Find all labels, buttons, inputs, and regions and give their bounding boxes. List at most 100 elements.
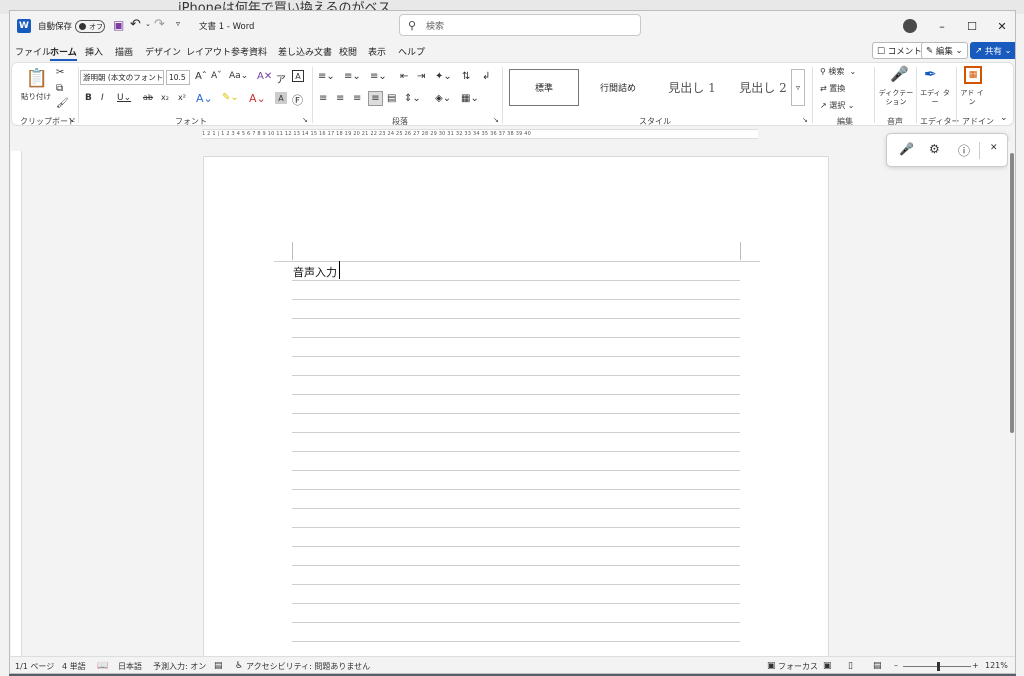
autosave-toggle[interactable]: オフ	[75, 20, 105, 33]
align-left-icon[interactable]: ≡	[319, 93, 327, 104]
font-color-icon[interactable]: A⌄	[249, 92, 266, 105]
clipboard-launcher-icon[interactable]: ↘	[68, 116, 74, 124]
phonetic-guide-icon[interactable]: ア	[276, 71, 286, 86]
dictation-close-icon[interactable]: ✕	[990, 143, 998, 153]
style-no-spacing[interactable]: 行間詰め	[582, 69, 654, 106]
scrollbar-thumb[interactable]	[1010, 153, 1014, 433]
clear-formatting-icon[interactable]: A✕	[257, 71, 272, 82]
style-heading-1[interactable]: 見出し 1	[657, 69, 727, 106]
copy-icon[interactable]: ⧉	[56, 83, 63, 94]
dictation-mic-icon[interactable]: 🎤	[899, 142, 914, 156]
distributed-icon[interactable]: ▤	[387, 93, 396, 104]
style-normal[interactable]: 標準	[509, 69, 579, 106]
dictation-settings-icon[interactable]: ⚙	[929, 142, 940, 156]
paste-icon[interactable]: 📋	[26, 67, 48, 89]
zoom-level[interactable]: 121%	[985, 661, 1008, 670]
redo-icon[interactable]: ↷	[154, 17, 165, 32]
avatar[interactable]	[903, 19, 917, 33]
undo-dropdown-icon[interactable]: ⌄	[145, 20, 151, 28]
minimize-icon[interactable]: –	[927, 16, 957, 36]
font-launcher-icon[interactable]: ↘	[302, 116, 308, 124]
multilevel-list-icon[interactable]: ≡⌄	[370, 71, 387, 82]
print-layout-icon[interactable]: ▯	[848, 661, 853, 671]
maximize-icon[interactable]: ☐	[957, 16, 987, 36]
paste-label[interactable]: 貼り付け	[21, 91, 51, 102]
tab-file[interactable]: ファイル	[15, 45, 51, 58]
tab-references[interactable]: 参考資料	[231, 45, 267, 58]
tab-design[interactable]: デザイン	[145, 45, 181, 58]
bullets-icon[interactable]: ≡⌄	[318, 71, 335, 82]
undo-icon[interactable]: ↶	[130, 17, 141, 32]
page-count[interactable]: 1/1 ページ	[15, 661, 54, 672]
character-shading-icon[interactable]: A	[275, 92, 287, 104]
cut-icon[interactable]: ✂	[56, 67, 64, 78]
change-case-icon[interactable]: Aa⌄	[229, 71, 248, 81]
microphone-icon[interactable]: 🎤	[890, 65, 909, 83]
zoom-out-icon[interactable]: –	[894, 661, 898, 670]
borders-icon[interactable]: ▦⌄	[461, 93, 479, 104]
addins-grid-icon[interactable]: ▦	[964, 66, 982, 84]
bold-icon[interactable]: B	[85, 93, 92, 103]
editor-button[interactable]: エディ ター	[918, 89, 952, 107]
text-effects-icon[interactable]: A⌄	[196, 92, 213, 105]
tab-draw[interactable]: 描画	[115, 45, 133, 58]
styles-gallery-more-icon[interactable]: ▿	[791, 69, 805, 106]
tab-home[interactable]: ホーム	[50, 45, 77, 61]
ruler-ticks[interactable]: 1 2 1 | 1 2 3 4 5 6 7 8 9 10 11 12 13 14…	[202, 129, 758, 139]
text-predictions[interactable]: 予測入力: オン	[153, 661, 206, 672]
web-layout-icon[interactable]: ▤	[873, 661, 882, 671]
replace-button[interactable]: ⇄ 置換	[820, 83, 845, 94]
tab-view[interactable]: 表示	[368, 45, 386, 58]
align-right-icon[interactable]: ≡	[353, 93, 361, 104]
search-input[interactable]: ⚲ 検索	[399, 14, 641, 36]
close-icon[interactable]: ✕	[987, 16, 1015, 36]
editor-pen-icon[interactable]: ✒	[924, 65, 937, 83]
asian-layout-icon[interactable]: ✦⌄	[435, 71, 452, 82]
word-count[interactable]: 4 単語	[62, 661, 86, 672]
document-page[interactable]: 音声入力	[203, 156, 829, 666]
strikethrough-icon[interactable]: ab	[143, 93, 153, 102]
numbering-icon[interactable]: ≡⌄	[344, 71, 361, 82]
sort-icon[interactable]: ⇅	[462, 71, 470, 82]
tab-insert[interactable]: 挿入	[85, 45, 103, 58]
tab-layout[interactable]: レイアウト	[186, 45, 231, 58]
shrink-font-icon[interactable]: Aˇ	[211, 71, 222, 81]
zoom-slider-thumb[interactable]	[937, 662, 940, 671]
line-spacing-icon[interactable]: ⇕⌄	[404, 93, 421, 104]
font-size-select[interactable]: 10.5	[166, 70, 190, 85]
edit-mode-button[interactable]: ✎ 編集 ⌄	[921, 42, 968, 59]
save-icon[interactable]: ▣	[113, 18, 124, 32]
superscript-icon[interactable]: x²	[178, 93, 186, 102]
style-heading-2[interactable]: 見出し 2	[728, 69, 798, 106]
addins-button[interactable]: アド イン	[959, 89, 985, 107]
focus-button[interactable]: フォーカス	[778, 661, 818, 672]
font-name-select[interactable]: 游明朝 (本文のフォント	[80, 70, 164, 85]
grow-font-icon[interactable]: Aˆ	[195, 71, 207, 82]
justify-icon[interactable]: ≡	[368, 91, 383, 106]
read-mode-icon[interactable]: ▣	[823, 661, 832, 671]
character-border-icon[interactable]: A	[292, 70, 304, 82]
underline-icon[interactable]: U⌄	[117, 93, 131, 103]
document-text[interactable]: 音声入力	[293, 264, 337, 280]
macro-icon[interactable]: ▤	[214, 661, 223, 671]
share-button[interactable]: ↗ 共有 ⌄	[970, 42, 1015, 59]
language[interactable]: 日本語	[118, 661, 142, 672]
customize-qat-icon[interactable]: ▿	[176, 19, 180, 28]
dictate-button[interactable]: ディクテー ション	[878, 89, 914, 107]
format-painter-icon[interactable]: 🖌	[56, 98, 69, 109]
proofing-icon[interactable]: 📖	[97, 661, 108, 671]
tab-review[interactable]: 校閲	[339, 45, 357, 58]
tab-help[interactable]: ヘルプ	[398, 45, 425, 58]
select-button[interactable]: ↗ 選択 ⌄	[820, 100, 855, 111]
highlight-icon[interactable]: ✎⌄	[222, 92, 239, 103]
collapse-ribbon-icon[interactable]: ⌄	[1000, 113, 1008, 123]
dictation-help-icon[interactable]: ⓘ	[958, 142, 970, 159]
show-marks-icon[interactable]: ↲	[482, 71, 490, 82]
decrease-indent-icon[interactable]: ⇤	[400, 71, 408, 82]
paragraph-launcher-icon[interactable]: ↘	[493, 116, 499, 124]
find-button[interactable]: ⚲ 検索 ⌄	[820, 66, 856, 77]
zoom-in-icon[interactable]: +	[972, 661, 979, 670]
align-center-icon[interactable]: ≡	[336, 93, 344, 104]
accessibility-status[interactable]: アクセシビリティ: 問題ありません	[246, 661, 370, 672]
tab-mailings[interactable]: 差し込み文書	[278, 45, 332, 58]
